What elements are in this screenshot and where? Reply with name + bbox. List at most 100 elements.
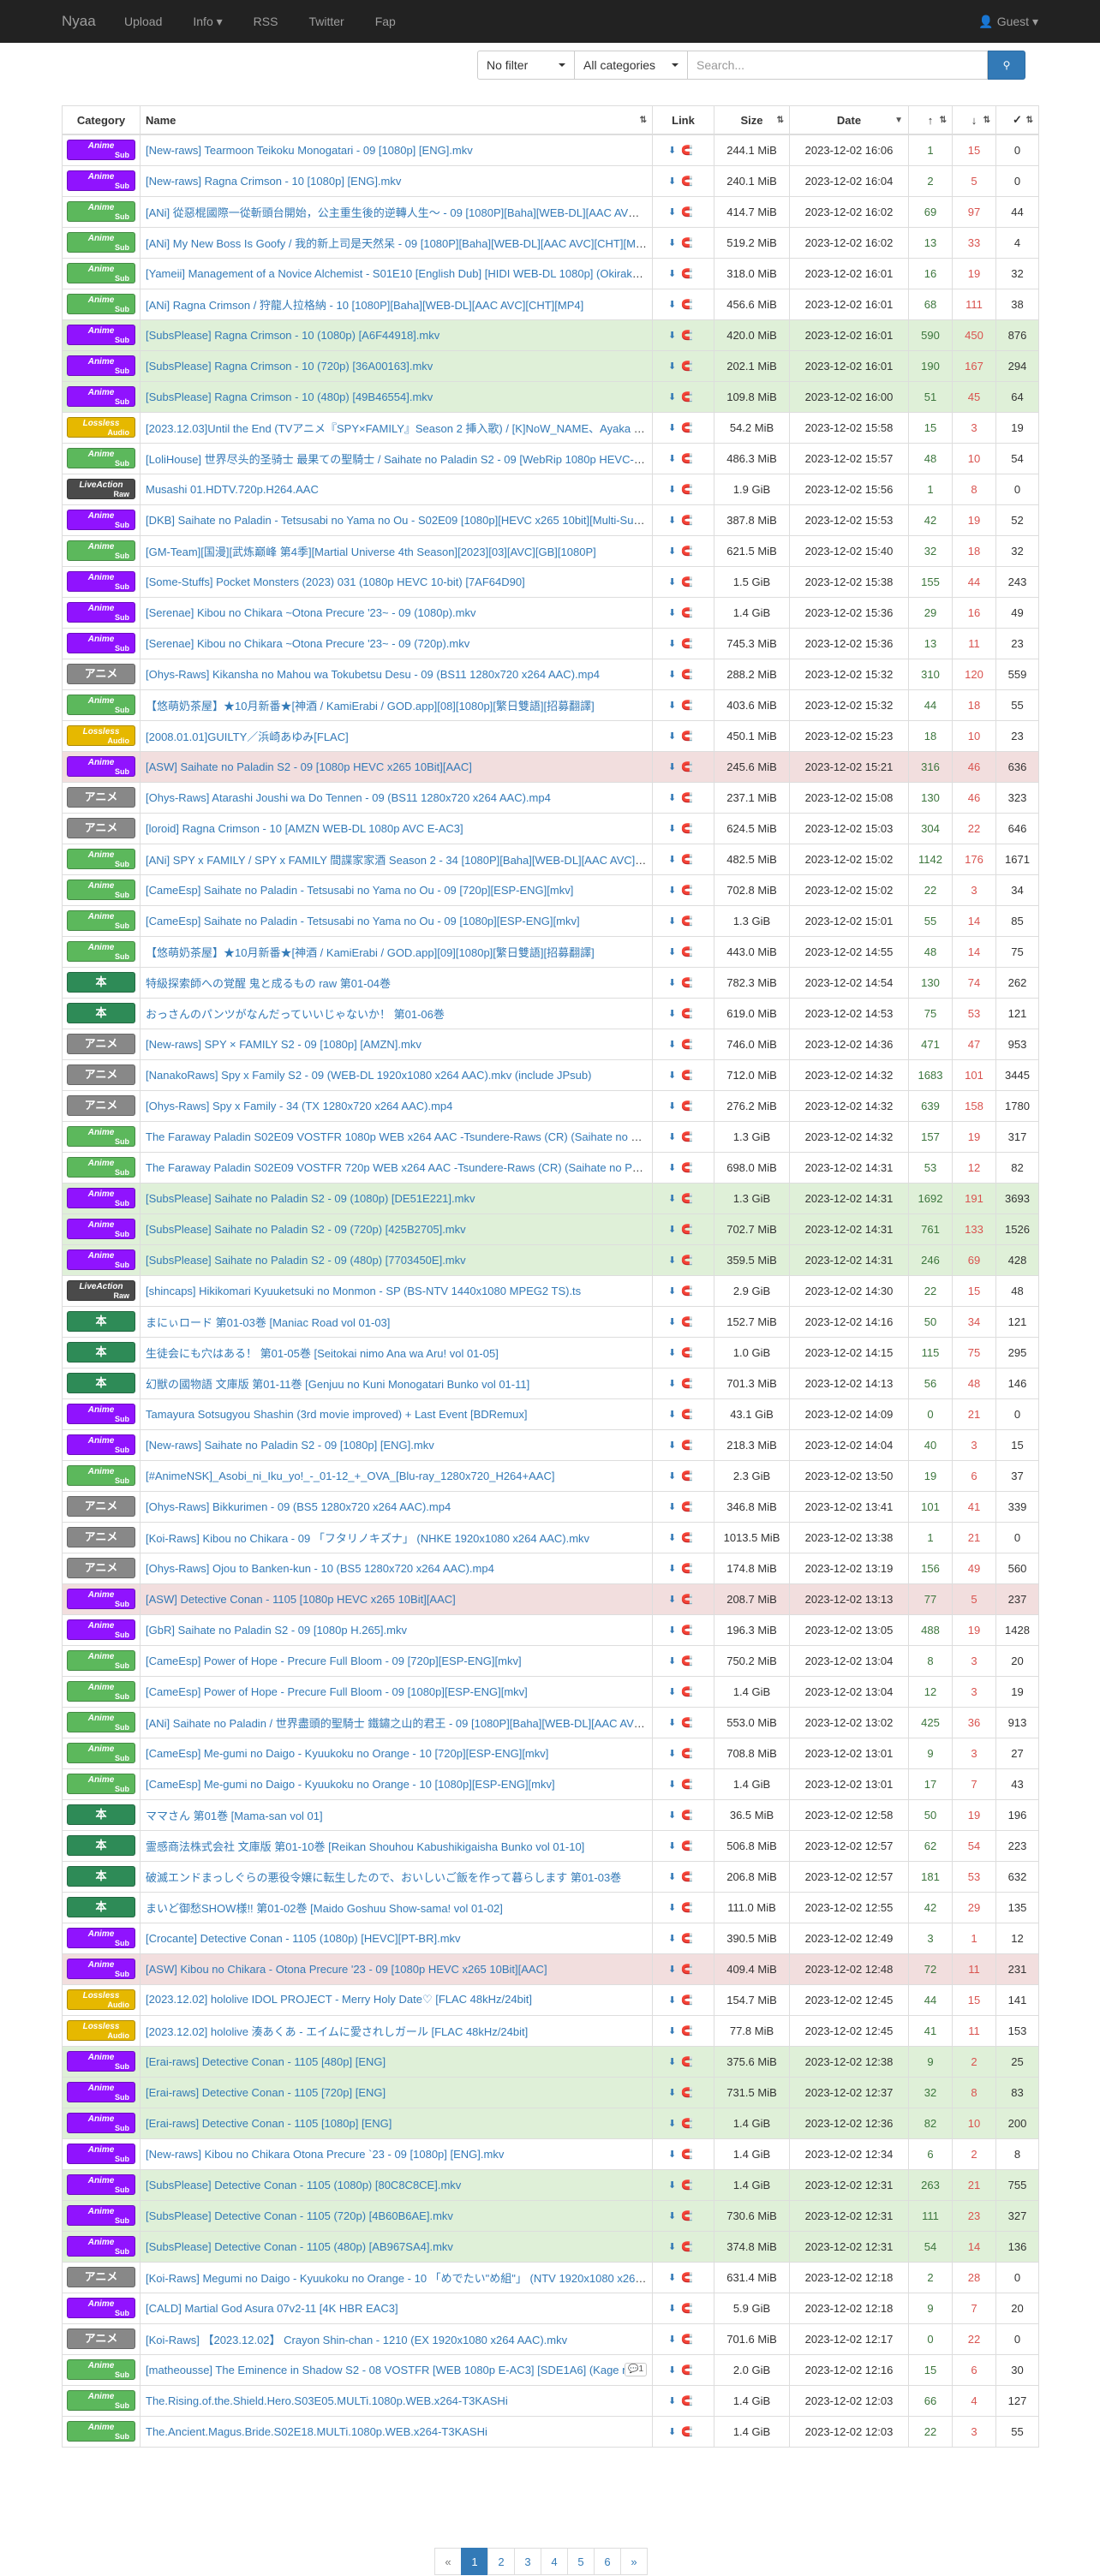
download-icon[interactable]: ⬇ xyxy=(668,1749,681,1759)
download-icon[interactable]: ⬇ xyxy=(668,855,681,865)
torrent-link[interactable]: [2023.12.02] hololive 湊あくあ - エイムに愛されしガール… xyxy=(146,2025,528,2038)
torrent-link[interactable]: [CameEsp] Saihate no Paladin - Tetsusabi… xyxy=(146,884,573,897)
category-badge[interactable]: Anime Sub xyxy=(67,1219,135,1239)
download-icon[interactable]: ⬇ xyxy=(668,1286,681,1297)
magnet-icon[interactable]: 🧲 xyxy=(681,1255,698,1266)
torrent-link[interactable]: [New-raws] Tearmoon Teikoku Monogatari -… xyxy=(146,144,473,157)
category-badge[interactable]: Anime Sub xyxy=(67,2298,135,2318)
magnet-icon[interactable]: 🧲 xyxy=(681,423,698,433)
col-category[interactable]: Category xyxy=(62,105,140,135)
torrent-link[interactable]: まいど御愁SHOW様!! 第01-02巻 [Maido Goshuu Show-… xyxy=(146,1902,503,1915)
nav-rss[interactable]: RSS xyxy=(254,0,292,43)
category-badge[interactable]: Anime Sub xyxy=(67,1959,135,1979)
category-badge[interactable]: Anime Sub xyxy=(67,880,135,900)
torrent-link[interactable]: [ASW] Saihate no Paladin S2 - 09 [1080p … xyxy=(146,760,472,773)
torrent-link[interactable]: [New-raws] SPY × FAMILY S2 - 09 [1080p] … xyxy=(146,1038,421,1051)
download-icon[interactable]: ⬇ xyxy=(668,1040,681,1050)
download-icon[interactable]: ⬇ xyxy=(668,269,681,279)
download-icon[interactable]: ⬇ xyxy=(668,1533,681,1543)
download-icon[interactable]: ⬇ xyxy=(668,361,681,372)
magnet-icon[interactable]: 🧲 xyxy=(681,824,698,834)
category-badge[interactable]: Anime Sub xyxy=(67,1589,135,1609)
category-badge[interactable]: Anime Sub xyxy=(67,1743,135,1763)
torrent-link[interactable]: [CameEsp] Me-gumi no Daigo - Kyuukoku no… xyxy=(146,1778,555,1791)
download-icon[interactable]: ⬇ xyxy=(668,392,681,402)
category-badge[interactable]: アニメ xyxy=(67,1064,135,1085)
torrent-link[interactable]: [ANi] 從惡棍國際一從斬頭台開始，公主重生後的逆轉人生～ - 09 [108… xyxy=(146,206,652,219)
magnet-icon[interactable]: 🧲 xyxy=(681,1995,698,2006)
download-icon[interactable]: ⬇ xyxy=(668,1225,681,1235)
magnet-icon[interactable]: 🧲 xyxy=(681,1317,698,1327)
download-icon[interactable]: ⬇ xyxy=(668,423,681,433)
col-size[interactable]: Size ⇅ xyxy=(714,105,790,135)
download-icon[interactable]: ⬇ xyxy=(668,1780,681,1790)
category-badge[interactable]: Anime Sub xyxy=(67,1619,135,1640)
magnet-icon[interactable]: 🧲 xyxy=(681,2427,698,2437)
download-icon[interactable]: ⬇ xyxy=(668,2273,681,2283)
torrent-link[interactable]: [ANi] SPY x FAMILY / SPY x FAMILY 間諜家家酒 … xyxy=(146,854,652,867)
magnet-icon[interactable]: 🧲 xyxy=(681,1841,698,1852)
torrent-link[interactable]: [2008.01.01]GUILTY／浜崎あゆみ[FLAC] xyxy=(146,730,349,743)
category-badge[interactable]: Anime Sub xyxy=(67,1126,135,1147)
category-badge[interactable]: Lossless Audio xyxy=(67,2020,135,2041)
magnet-icon[interactable]: 🧲 xyxy=(681,1903,698,1913)
torrent-link[interactable]: 特級探索師への覚醒 鬼と成るもの raw 第01-04巻 xyxy=(146,977,391,990)
download-icon[interactable]: ⬇ xyxy=(668,1255,681,1266)
magnet-icon[interactable]: 🧲 xyxy=(681,238,698,248)
magnet-icon[interactable]: 🧲 xyxy=(681,2334,698,2345)
download-icon[interactable]: ⬇ xyxy=(668,1009,681,1019)
category-badge[interactable]: Anime Sub xyxy=(67,2205,135,2226)
category-badge[interactable]: Lossless Audio xyxy=(67,1989,135,2010)
category-badge[interactable]: Anime Sub xyxy=(67,695,135,715)
magnet-icon[interactable]: 🧲 xyxy=(681,2026,698,2036)
magnet-icon[interactable]: 🧲 xyxy=(681,1040,698,1050)
magnet-icon[interactable]: 🧲 xyxy=(681,331,698,341)
torrent-link[interactable]: Musashi 01.HDTV.720p.H264.AAC xyxy=(146,483,319,496)
magnet-icon[interactable]: 🧲 xyxy=(681,269,698,279)
torrent-link[interactable]: [Erai-raws] Detective Conan - 1105 [1080… xyxy=(146,2117,392,2130)
category-badge[interactable]: Anime Sub xyxy=(67,2174,135,2195)
category-badge[interactable]: Anime Sub xyxy=(67,232,135,253)
magnet-icon[interactable]: 🧲 xyxy=(681,793,698,803)
torrent-link[interactable]: 【悠萌奶茶屋】★10月新番★[神酒 / KamiErabi / GOD.app]… xyxy=(146,946,595,959)
magnet-icon[interactable]: 🧲 xyxy=(681,701,698,711)
category-badge[interactable]: アニメ xyxy=(67,664,135,684)
torrent-link[interactable]: [SubsPlease] Ragna Crimson - 10 (480p) [… xyxy=(146,391,433,403)
download-icon[interactable]: ⬇ xyxy=(668,1564,681,1574)
magnet-icon[interactable]: 🧲 xyxy=(681,361,698,372)
magnet-icon[interactable]: 🧲 xyxy=(681,670,698,680)
torrent-link[interactable]: 霊感商法株式会社 文庫版 第01-10巻 [Reikan Shouhou Kab… xyxy=(146,1840,584,1853)
download-icon[interactable]: ⬇ xyxy=(668,2180,681,2191)
download-icon[interactable]: ⬇ xyxy=(668,1348,681,1358)
category-badge[interactable]: Anime Sub xyxy=(67,1928,135,1948)
download-icon[interactable]: ⬇ xyxy=(668,1625,681,1636)
torrent-link[interactable]: [2023.12.03]Until the End (TVアニメ『SPY×FAM… xyxy=(146,422,652,435)
torrent-link[interactable]: [SubsPlease] Saihate no Paladin S2 - 09 … xyxy=(146,1223,466,1236)
category-badge[interactable]: Anime Sub xyxy=(67,2144,135,2164)
category-badge[interactable]: アニメ xyxy=(67,787,135,808)
magnet-icon[interactable]: 🧲 xyxy=(681,1656,698,1667)
download-icon[interactable]: ⬇ xyxy=(668,1656,681,1667)
download-icon[interactable]: ⬇ xyxy=(668,1965,681,1975)
magnet-icon[interactable]: 🧲 xyxy=(681,1440,698,1451)
download-icon[interactable]: ⬇ xyxy=(668,546,681,557)
download-icon[interactable]: ⬇ xyxy=(668,1471,681,1482)
magnet-icon[interactable]: 🧲 xyxy=(681,1286,698,1297)
category-badge[interactable]: Lossless Audio xyxy=(67,725,135,746)
torrent-link[interactable]: [SubsPlease] Ragna Crimson - 10 (1080p) … xyxy=(146,329,439,342)
category-badge[interactable]: Lossless Audio xyxy=(67,417,135,438)
torrent-link[interactable]: [Koi-Raws] Megumi no Daigo - Kyuukoku no… xyxy=(146,2272,652,2285)
category-badge[interactable]: 本 xyxy=(67,1866,135,1887)
magnet-icon[interactable]: 🧲 xyxy=(681,1009,698,1019)
torrent-link[interactable]: [Koi-Raws] 【2023.12.02】 Crayon Shin-chan… xyxy=(146,2334,567,2346)
category-badge[interactable]: Anime Sub xyxy=(67,1650,135,1671)
magnet-icon[interactable]: 🧲 xyxy=(681,1595,698,1605)
page-number[interactable]: 3 xyxy=(514,2548,541,2575)
col-date[interactable]: Date ▼ xyxy=(789,105,909,135)
torrent-link[interactable]: [SubsPlease] Detective Conan - 1105 (480… xyxy=(146,2240,453,2253)
magnet-icon[interactable]: 🧲 xyxy=(681,886,698,896)
col-completed[interactable]: ✓ ⇅ xyxy=(995,105,1039,135)
page-prev[interactable]: « xyxy=(434,2548,462,2575)
magnet-icon[interactable]: 🧲 xyxy=(681,1625,698,1636)
download-icon[interactable]: ⬇ xyxy=(668,670,681,680)
